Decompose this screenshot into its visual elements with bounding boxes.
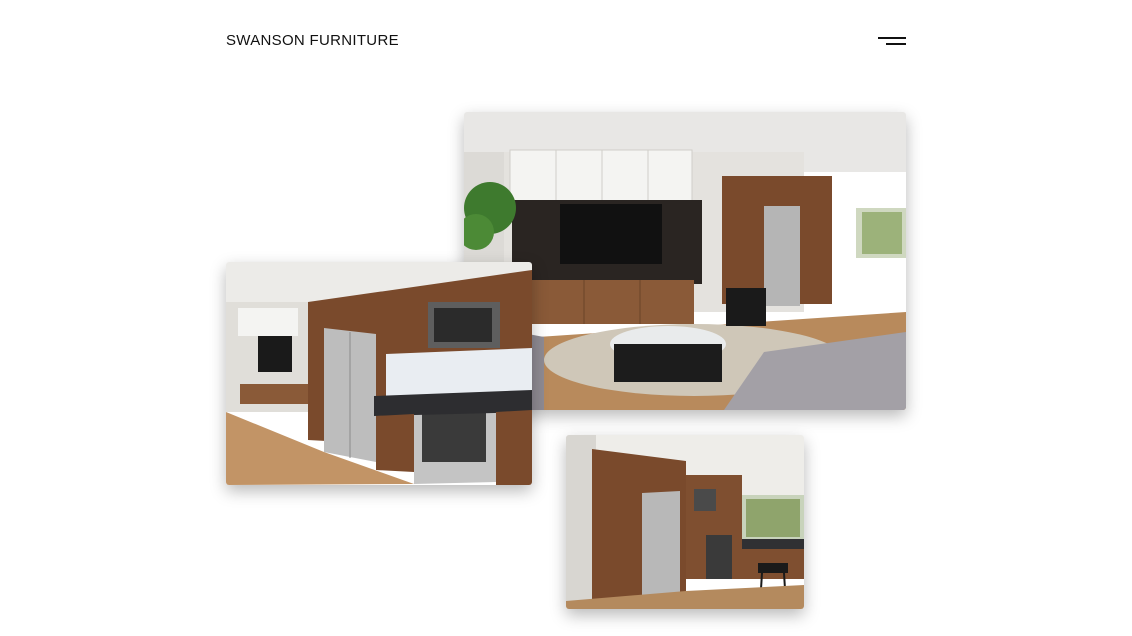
- site-header: SWANSON FURNITURE: [226, 30, 906, 54]
- kitchen-photo[interactable]: [226, 262, 532, 485]
- menu-bar-bottom: [886, 43, 906, 45]
- brand-logo[interactable]: SWANSON FURNITURE: [226, 32, 399, 49]
- hamburger-menu-icon[interactable]: [878, 34, 906, 48]
- kitchen-image: [226, 262, 532, 485]
- kitchen-corner-photo[interactable]: [566, 435, 804, 609]
- kitchen-corner-image: [566, 435, 804, 609]
- page: SWANSON FURNITURE: [0, 0, 1132, 636]
- menu-bar-top: [878, 37, 906, 39]
